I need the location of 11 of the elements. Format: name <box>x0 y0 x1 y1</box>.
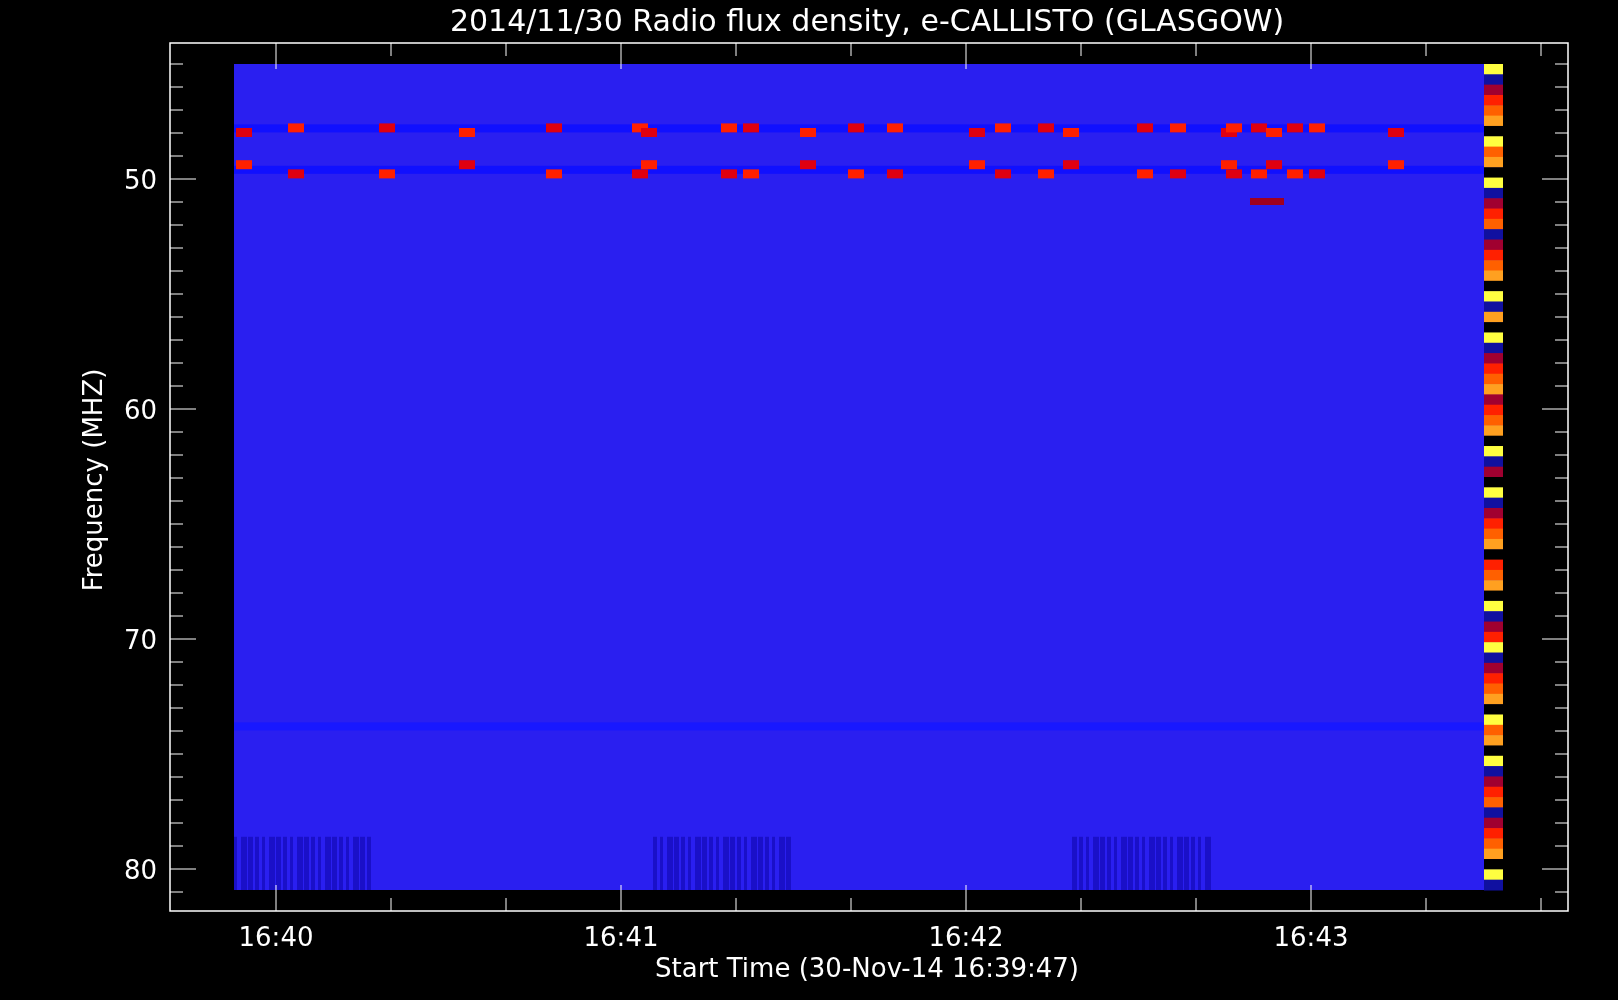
tick-label: 16:42 <box>928 922 1004 952</box>
tick-label: 16:41 <box>583 922 659 952</box>
tick-label: 50 <box>123 165 157 195</box>
plot-title: 2014/11/30 Radio flux density, e-CALLISTO (GLASGOW) <box>449 3 1285 38</box>
tick-label: 16:43 <box>1273 922 1349 952</box>
axis-label: Start Time (30-Nov-14 16:39:47) <box>655 953 1079 983</box>
tick-label: 16:40 <box>238 922 314 952</box>
tick-label: 60 <box>123 395 157 425</box>
tick-label: 80 <box>123 855 157 885</box>
axis-label: Frequency (MHZ) <box>78 368 108 592</box>
tick-label: 70 <box>123 625 157 655</box>
